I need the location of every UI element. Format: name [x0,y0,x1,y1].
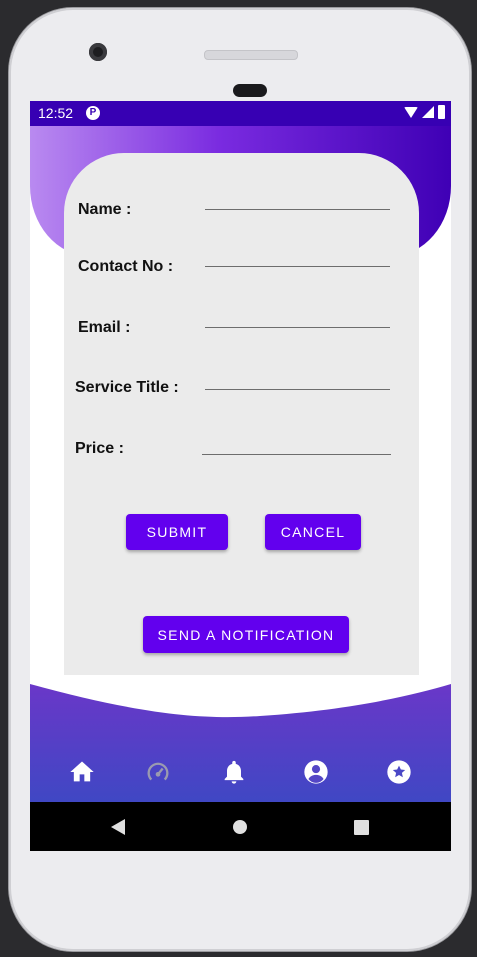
speedometer-icon[interactable] [144,758,172,786]
app-screen: 12:52 P Name : Contact No : Email : Serv… [30,101,451,851]
home-nav-icon[interactable] [232,819,248,835]
status-bar: 12:52 P [30,101,451,126]
bottom-wave [30,684,451,806]
send-notification-button[interactable]: SEND A NOTIFICATION [143,616,349,653]
battery-icon [438,105,445,119]
bell-icon[interactable] [220,758,248,786]
status-time: 12:52 [38,105,74,121]
price-label: Price : [75,440,124,457]
recents-icon[interactable] [354,820,369,835]
submit-button[interactable]: SUBMIT [126,514,228,550]
form-card: Name : Contact No : Email : Service Titl… [64,153,419,675]
contact-label: Contact No : [78,258,174,275]
service-title-input[interactable] [205,389,390,390]
name-input[interactable] [205,209,390,210]
star-icon[interactable] [385,758,413,786]
speaker-grill [204,50,298,60]
app-notification-icon: P [86,106,100,120]
email-input[interactable] [205,327,390,328]
account-icon[interactable] [302,758,330,786]
wifi-icon [404,106,418,118]
cancel-button[interactable]: CANCEL [265,514,361,550]
service-title-label: Service Title : [75,379,179,396]
name-label: Name : [78,201,132,218]
back-icon[interactable] [110,818,126,836]
signal-icon [422,106,434,118]
contact-input[interactable] [205,266,390,267]
status-icons [404,105,445,119]
system-nav-bar [30,802,451,851]
price-input[interactable] [202,454,391,455]
email-label: Email : [78,319,131,336]
front-camera [89,43,107,61]
home-icon[interactable] [68,758,96,786]
earpiece [233,84,267,97]
